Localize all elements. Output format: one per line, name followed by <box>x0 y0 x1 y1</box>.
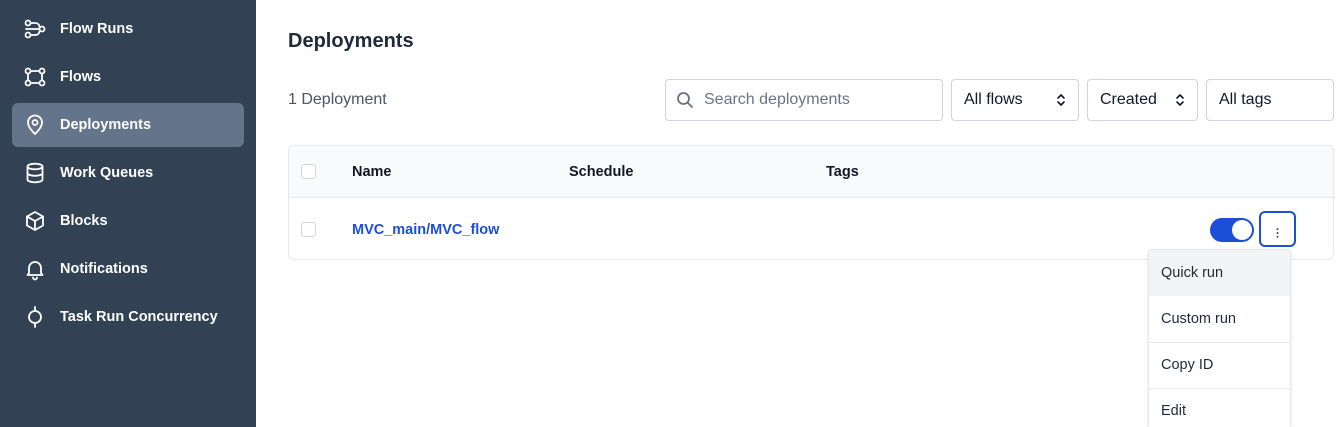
search-icon <box>676 91 694 109</box>
cube-icon <box>23 209 47 233</box>
sidebar-item-label: Notifications <box>60 261 148 277</box>
select-all-checkbox[interactable] <box>301 164 316 179</box>
sidebar-item-flows[interactable]: Flows <box>12 55 244 99</box>
search-box[interactable] <box>665 79 943 121</box>
tags-filter-select[interactable]: All tags <box>1206 79 1334 121</box>
menu-item-custom-run[interactable]: Custom run <box>1149 296 1290 342</box>
deployment-active-toggle[interactable] <box>1210 218 1254 242</box>
bell-icon <box>23 257 47 281</box>
sidebar-item-label: Work Queues <box>60 165 154 181</box>
menu-item-label: Copy ID <box>1161 357 1214 373</box>
map-pin-icon <box>23 113 47 137</box>
concurrency-icon <box>23 305 47 329</box>
flows-filter-select[interactable]: All flows <box>951 79 1079 121</box>
tags-filter-value: All tags <box>1219 91 1272 108</box>
sidebar-item-deployments[interactable]: Deployments <box>12 103 244 147</box>
menu-item-label: Quick run <box>1161 265 1224 281</box>
flows-filter-value: All flows <box>964 91 1023 108</box>
deployment-name-link[interactable]: MVC_main/MVC_flow <box>352 199 499 259</box>
column-header-tags[interactable]: Tags <box>826 146 859 198</box>
column-header-schedule[interactable]: Schedule <box>569 146 633 198</box>
sidebar-item-notifications[interactable]: Notifications <box>12 247 244 291</box>
sidebar-item-work-queues[interactable]: Work Queues <box>12 151 244 195</box>
deployments-table: Name Schedule Tags MVC_main/MVC_flow <box>288 145 1334 260</box>
database-icon <box>23 161 47 185</box>
search-input[interactable] <box>704 81 936 119</box>
main-content: Deployments 1 Deployment All flows Creat… <box>256 0 1343 427</box>
deployment-count: 1 Deployment <box>288 91 387 108</box>
menu-item-label: Custom run <box>1161 311 1236 327</box>
menu-item-edit[interactable]: Edit <box>1149 388 1290 427</box>
sidebar-item-label: Blocks <box>60 213 108 229</box>
flow-runs-icon <box>23 17 47 41</box>
menu-item-quick-run[interactable]: Quick run <box>1149 250 1290 296</box>
kebab-icon <box>1276 225 1279 238</box>
more-actions-button[interactable] <box>1259 211 1296 247</box>
flows-icon <box>23 65 47 89</box>
page-title: Deployments <box>288 30 414 52</box>
sidebar-item-task-run-concurrency[interactable]: Task Run Concurrency <box>12 295 244 339</box>
sidebar-item-label: Task Run Concurrency <box>60 309 218 325</box>
sidebar-item-flow-runs[interactable]: Flow Runs <box>12 7 244 51</box>
sidebar: Flow Runs Flows Deployments Work Queues <box>0 0 256 427</box>
column-header-name[interactable]: Name <box>352 146 392 198</box>
table-header: Name Schedule Tags <box>289 146 1333 198</box>
sidebar-item-label: Flow Runs <box>60 21 134 37</box>
chevron-up-down-icon <box>1056 93 1066 107</box>
menu-item-label: Edit <box>1161 403 1186 419</box>
sidebar-item-label: Flows <box>60 69 102 85</box>
actions-menu: Quick run Custom run Copy ID Edit <box>1148 249 1291 427</box>
sort-select[interactable]: Created <box>1087 79 1198 121</box>
sort-value: Created <box>1100 91 1157 108</box>
sidebar-item-label: Deployments <box>60 117 152 133</box>
menu-item-copy-id[interactable]: Copy ID <box>1149 342 1290 388</box>
sidebar-item-blocks[interactable]: Blocks <box>12 199 244 243</box>
row-checkbox[interactable] <box>301 222 316 237</box>
chevron-up-down-icon <box>1175 93 1185 107</box>
toggle-knob <box>1232 220 1252 240</box>
